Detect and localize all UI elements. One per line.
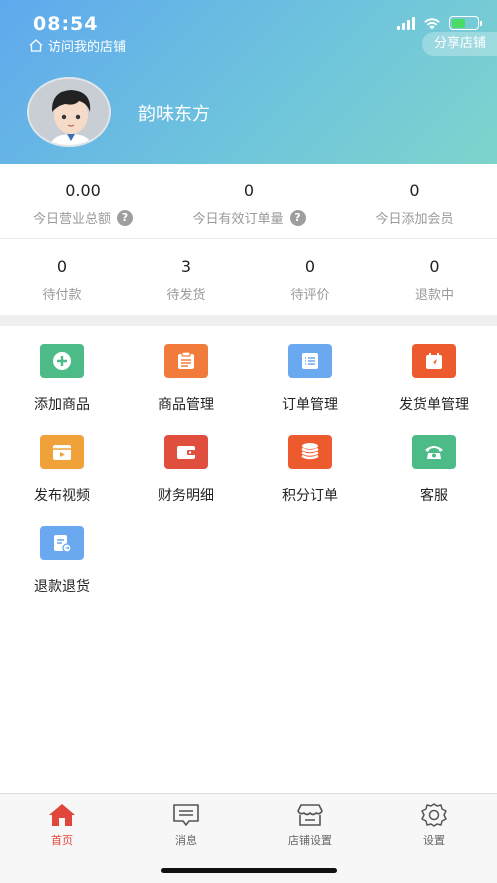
tab-settings[interactable]: 设置 xyxy=(389,802,479,848)
stat-label: 退款中 xyxy=(414,288,454,303)
menu-label: 退款退货 xyxy=(34,579,90,595)
stat-orders[interactable]: 0 今日有效订单量 ? xyxy=(166,181,332,227)
stat-value: 0 xyxy=(304,257,316,276)
help-icon[interactable]: ? xyxy=(289,209,306,226)
stat-value: 0.00 xyxy=(65,181,101,200)
wallet-icon xyxy=(164,435,208,469)
tab-label: 消息 xyxy=(175,834,197,847)
stat-value: 0 xyxy=(56,257,68,276)
gear-icon xyxy=(421,803,447,827)
menu-label: 发布视频 xyxy=(34,488,90,504)
menu-finance-detail[interactable]: 财务明细 xyxy=(124,435,248,505)
stat-revenue[interactable]: 0.00 今日营业总额 ? xyxy=(0,181,166,227)
menu-label: 商品管理 xyxy=(158,397,214,413)
status-time: 08:54 xyxy=(33,13,99,35)
share-store-button[interactable]: 分享店铺 xyxy=(421,32,497,56)
stats-panel: 0.00 今日营业总额 ? 0 今日有效订单量 ? 0 今日添加会员 0 待付款… xyxy=(0,164,497,315)
store-icon xyxy=(297,804,323,826)
menu-order-manage[interactable]: 订单管理 xyxy=(248,344,372,414)
stat-label: 今日营业总额 xyxy=(32,212,111,227)
stat-label: 待评价 xyxy=(290,288,330,303)
tab-messages[interactable]: 消息 xyxy=(141,802,231,848)
visit-store-link[interactable]: 访问我的店铺 xyxy=(29,36,126,55)
menu-add-product[interactable]: 添加商品 xyxy=(0,344,124,414)
stat-value: 0 xyxy=(243,181,255,200)
product-manage-icon xyxy=(164,344,208,378)
menu-label: 客服 xyxy=(420,488,448,504)
stat-label: 今日添加会员 xyxy=(375,212,454,227)
stat-value: 0 xyxy=(409,181,420,200)
tab-label: 设置 xyxy=(423,834,445,847)
menu-customer-service[interactable]: 客服 xyxy=(372,435,496,505)
order-status-refunding[interactable]: 0 退款中 xyxy=(372,257,497,303)
order-status-pending-shipment[interactable]: 3 待发货 xyxy=(124,257,248,303)
menu-publish-video[interactable]: 发布视频 xyxy=(0,435,124,505)
stat-label: 待付款 xyxy=(42,288,82,303)
menu-label: 添加商品 xyxy=(34,397,90,413)
menu-label: 发货单管理 xyxy=(399,397,469,413)
stat-value: 3 xyxy=(180,257,192,276)
add-product-icon xyxy=(40,344,84,378)
tab-store-settings[interactable]: 店铺设置 xyxy=(265,802,355,848)
menu-points-order[interactable]: 积分订单 xyxy=(248,435,372,505)
video-icon xyxy=(40,435,84,469)
menu-refund-return[interactable]: 退款退货 xyxy=(0,526,124,596)
today-stats-row: 0.00 今日营业总额 ? 0 今日有效订单量 ? 0 今日添加会员 xyxy=(0,164,497,239)
order-status-pending-review[interactable]: 0 待评价 xyxy=(248,257,372,303)
order-status-pending-payment[interactable]: 0 待付款 xyxy=(0,257,124,303)
home-outline-icon xyxy=(29,39,43,52)
wifi-icon xyxy=(424,17,440,29)
menu-label: 积分订单 xyxy=(282,488,338,504)
battery-icon xyxy=(449,16,482,30)
menu-shipping-manage[interactable]: 发货单管理 xyxy=(372,344,496,414)
help-icon[interactable]: ? xyxy=(117,209,133,226)
shipping-icon xyxy=(412,344,456,378)
signal-icon xyxy=(397,16,415,30)
function-menu: 添加商品 商品管理 订单管理 发货单管理 发布视频 财务明细 积分订单 客服 退… xyxy=(0,326,497,793)
tab-label: 首页 xyxy=(51,834,73,847)
stat-label: 今日有效订单量 xyxy=(192,212,284,227)
order-list-icon xyxy=(288,344,332,378)
home-icon xyxy=(49,804,75,826)
status-icons xyxy=(397,16,482,30)
menu-label: 财务明细 xyxy=(158,488,214,504)
refund-icon xyxy=(40,526,84,560)
menu-label: 订单管理 xyxy=(282,397,338,413)
phone-icon xyxy=(412,435,456,469)
menu-product-manage[interactable]: 商品管理 xyxy=(124,344,248,414)
message-icon xyxy=(173,804,199,826)
tab-home[interactable]: 首页 xyxy=(17,802,107,848)
visit-store-label: 访问我的店铺 xyxy=(48,40,127,55)
stat-value: 0 xyxy=(429,257,440,276)
header: 08:54 访问我的店铺 分享店铺 韵味东方 xyxy=(0,0,497,164)
home-indicator xyxy=(161,868,337,873)
tab-label: 店铺设置 xyxy=(288,834,332,847)
stat-members[interactable]: 0 今日添加会员 xyxy=(332,181,497,227)
section-divider xyxy=(0,315,497,326)
store-name: 韵味东方 xyxy=(138,104,210,125)
points-icon xyxy=(288,435,332,469)
stat-label: 待发货 xyxy=(166,288,206,303)
avatar[interactable] xyxy=(27,77,111,147)
